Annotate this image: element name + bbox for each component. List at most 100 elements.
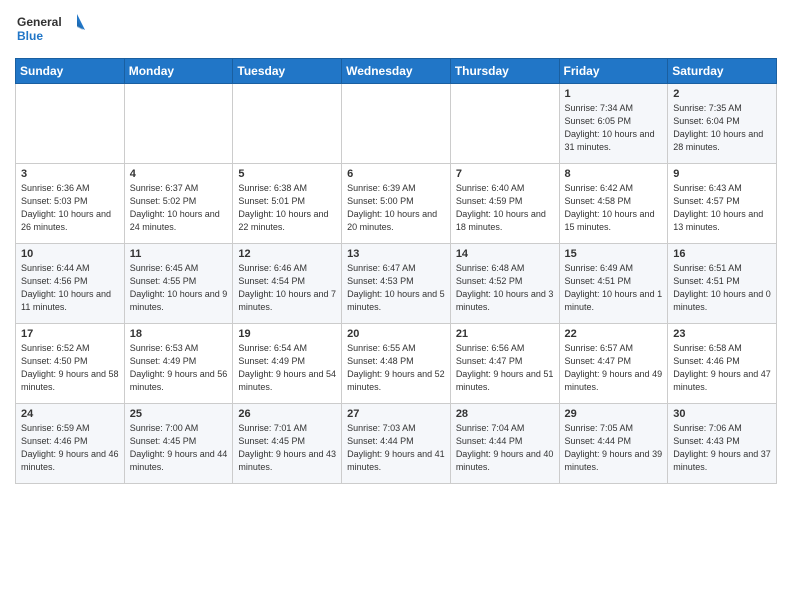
day-cell <box>16 84 125 164</box>
day-cell: 15 Sunrise: 6:49 AM Sunset: 4:51 PM Dayli… <box>559 244 668 324</box>
day-info: Sunrise: 6:47 AM Sunset: 4:53 PM Dayligh… <box>347 262 445 314</box>
day-info: Sunrise: 6:43 AM Sunset: 4:57 PM Dayligh… <box>673 182 771 234</box>
day-info: Sunrise: 7:34 AM Sunset: 6:05 PM Dayligh… <box>565 102 663 154</box>
col-header-monday: Monday <box>124 59 233 84</box>
day-info: Sunrise: 7:00 AM Sunset: 4:45 PM Dayligh… <box>130 422 228 474</box>
day-number: 26 <box>238 408 336 420</box>
day-info: Sunrise: 6:46 AM Sunset: 4:54 PM Dayligh… <box>238 262 336 314</box>
calendar-table: SundayMondayTuesdayWednesdayThursdayFrid… <box>15 58 777 484</box>
day-info: Sunrise: 6:45 AM Sunset: 4:55 PM Dayligh… <box>130 262 228 314</box>
day-cell: 23 Sunrise: 6:58 AM Sunset: 4:46 PM Dayli… <box>668 324 777 404</box>
col-header-wednesday: Wednesday <box>342 59 451 84</box>
day-cell: 10Sunrise: 6:44 AM Sunset: 4:56 PM Dayli… <box>16 244 125 324</box>
day-cell: 4 Sunrise: 6:37 AM Sunset: 5:02 PM Daylig… <box>124 164 233 244</box>
header-row: SundayMondayTuesdayWednesdayThursdayFrid… <box>16 59 777 84</box>
day-info: Sunrise: 7:35 AM Sunset: 6:04 PM Dayligh… <box>673 102 771 154</box>
day-cell: 13 Sunrise: 6:47 AM Sunset: 4:53 PM Dayli… <box>342 244 451 324</box>
day-cell: 14 Sunrise: 6:48 AM Sunset: 4:52 PM Dayli… <box>450 244 559 324</box>
day-info: Sunrise: 6:52 AM Sunset: 4:50 PM Dayligh… <box>21 342 119 394</box>
day-cell: 17 Sunrise: 6:52 AM Sunset: 4:50 PM Dayli… <box>16 324 125 404</box>
day-number: 29 <box>565 408 663 420</box>
day-info: Sunrise: 7:03 AM Sunset: 4:44 PM Dayligh… <box>347 422 445 474</box>
week-row-2: 3 Sunrise: 6:36 AM Sunset: 5:03 PM Daylig… <box>16 164 777 244</box>
week-row-5: 24 Sunrise: 6:59 AM Sunset: 4:46 PM Dayli… <box>16 404 777 484</box>
col-header-tuesday: Tuesday <box>233 59 342 84</box>
day-number: 8 <box>565 168 663 180</box>
day-number: 17 <box>21 328 119 340</box>
day-info: Sunrise: 6:39 AM Sunset: 5:00 PM Dayligh… <box>347 182 445 234</box>
day-number: 12 <box>238 248 336 260</box>
day-cell <box>233 84 342 164</box>
day-cell: 2 Sunrise: 7:35 AM Sunset: 6:04 PM Daylig… <box>668 84 777 164</box>
day-cell: 30 Sunrise: 7:06 AM Sunset: 4:43 PM Dayli… <box>668 404 777 484</box>
logo: General Blue <box>15 10 85 50</box>
day-cell: 20 Sunrise: 6:55 AM Sunset: 4:48 PM Dayli… <box>342 324 451 404</box>
page-header: General Blue <box>15 10 777 50</box>
day-cell: 8 Sunrise: 6:42 AM Sunset: 4:58 PM Daylig… <box>559 164 668 244</box>
day-cell: 28 Sunrise: 7:04 AM Sunset: 4:44 PM Dayli… <box>450 404 559 484</box>
day-info: Sunrise: 6:51 AM Sunset: 4:51 PM Dayligh… <box>673 262 771 314</box>
day-cell: 24 Sunrise: 6:59 AM Sunset: 4:46 PM Dayli… <box>16 404 125 484</box>
day-number: 11 <box>130 248 228 260</box>
week-row-4: 17 Sunrise: 6:52 AM Sunset: 4:50 PM Dayli… <box>16 324 777 404</box>
day-number: 6 <box>347 168 445 180</box>
day-number: 24 <box>21 408 119 420</box>
day-cell: 6 Sunrise: 6:39 AM Sunset: 5:00 PM Daylig… <box>342 164 451 244</box>
day-info: Sunrise: 7:01 AM Sunset: 4:45 PM Dayligh… <box>238 422 336 474</box>
day-cell: 25Sunrise: 7:00 AM Sunset: 4:45 PM Dayli… <box>124 404 233 484</box>
col-header-friday: Friday <box>559 59 668 84</box>
day-cell <box>342 84 451 164</box>
day-info: Sunrise: 6:37 AM Sunset: 5:02 PM Dayligh… <box>130 182 228 234</box>
day-number: 9 <box>673 168 771 180</box>
day-info: Sunrise: 7:04 AM Sunset: 4:44 PM Dayligh… <box>456 422 554 474</box>
day-info: Sunrise: 6:58 AM Sunset: 4:46 PM Dayligh… <box>673 342 771 394</box>
svg-text:Blue: Blue <box>17 29 43 43</box>
day-number: 7 <box>456 168 554 180</box>
day-info: Sunrise: 6:55 AM Sunset: 4:48 PM Dayligh… <box>347 342 445 394</box>
day-cell: 11 Sunrise: 6:45 AM Sunset: 4:55 PM Dayli… <box>124 244 233 324</box>
day-info: Sunrise: 6:36 AM Sunset: 5:03 PM Dayligh… <box>21 182 119 234</box>
day-number: 23 <box>673 328 771 340</box>
day-cell <box>450 84 559 164</box>
day-cell: 3 Sunrise: 6:36 AM Sunset: 5:03 PM Daylig… <box>16 164 125 244</box>
day-number: 18 <box>130 328 228 340</box>
day-info: Sunrise: 6:40 AM Sunset: 4:59 PM Dayligh… <box>456 182 554 234</box>
day-cell: 18Sunrise: 6:53 AM Sunset: 4:49 PM Dayli… <box>124 324 233 404</box>
day-cell <box>124 84 233 164</box>
day-number: 22 <box>565 328 663 340</box>
day-info: Sunrise: 7:05 AM Sunset: 4:44 PM Dayligh… <box>565 422 663 474</box>
day-number: 27 <box>347 408 445 420</box>
day-number: 4 <box>130 168 228 180</box>
day-cell: 16Sunrise: 6:51 AM Sunset: 4:51 PM Dayli… <box>668 244 777 324</box>
day-cell: 9 Sunrise: 6:43 AM Sunset: 4:57 PM Daylig… <box>668 164 777 244</box>
logo-svg: General Blue <box>15 10 85 50</box>
day-info: Sunrise: 6:54 AM Sunset: 4:49 PM Dayligh… <box>238 342 336 394</box>
day-info: Sunrise: 6:48 AM Sunset: 4:52 PM Dayligh… <box>456 262 554 314</box>
day-number: 28 <box>456 408 554 420</box>
day-cell: 12 Sunrise: 6:46 AM Sunset: 4:54 PM Dayli… <box>233 244 342 324</box>
day-number: 14 <box>456 248 554 260</box>
day-number: 21 <box>456 328 554 340</box>
col-header-sunday: Sunday <box>16 59 125 84</box>
day-number: 2 <box>673 88 771 100</box>
week-row-1: 1Sunrise: 7:34 AM Sunset: 6:05 PM Daylig… <box>16 84 777 164</box>
day-info: Sunrise: 6:49 AM Sunset: 4:51 PM Dayligh… <box>565 262 663 314</box>
day-info: Sunrise: 6:57 AM Sunset: 4:47 PM Dayligh… <box>565 342 663 394</box>
day-number: 5 <box>238 168 336 180</box>
svg-text:General: General <box>17 15 62 29</box>
day-cell: 7 Sunrise: 6:40 AM Sunset: 4:59 PM Daylig… <box>450 164 559 244</box>
day-number: 15 <box>565 248 663 260</box>
day-cell: 22 Sunrise: 6:57 AM Sunset: 4:47 PM Dayli… <box>559 324 668 404</box>
day-cell: 19 Sunrise: 6:54 AM Sunset: 4:49 PM Dayli… <box>233 324 342 404</box>
day-number: 13 <box>347 248 445 260</box>
day-info: Sunrise: 7:06 AM Sunset: 4:43 PM Dayligh… <box>673 422 771 474</box>
day-info: Sunrise: 6:59 AM Sunset: 4:46 PM Dayligh… <box>21 422 119 474</box>
day-cell: 26 Sunrise: 7:01 AM Sunset: 4:45 PM Dayli… <box>233 404 342 484</box>
day-number: 20 <box>347 328 445 340</box>
day-number: 30 <box>673 408 771 420</box>
day-cell: 1Sunrise: 7:34 AM Sunset: 6:05 PM Daylig… <box>559 84 668 164</box>
day-number: 10 <box>21 248 119 260</box>
day-info: Sunrise: 6:42 AM Sunset: 4:58 PM Dayligh… <box>565 182 663 234</box>
day-number: 19 <box>238 328 336 340</box>
day-number: 3 <box>21 168 119 180</box>
